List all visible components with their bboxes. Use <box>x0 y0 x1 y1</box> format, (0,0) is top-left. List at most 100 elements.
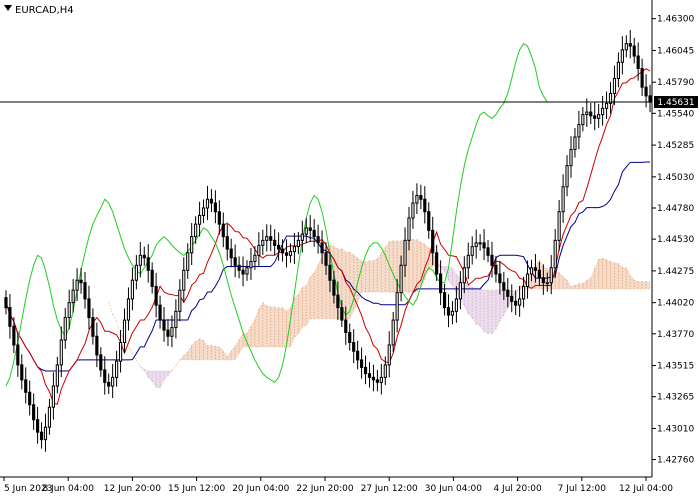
candle-body <box>462 267 466 284</box>
candle-body <box>442 292 447 309</box>
candle-body <box>577 124 581 138</box>
current-price-label: 1.45631 <box>654 96 698 109</box>
cloud-segment <box>606 259 612 290</box>
candle-body <box>221 223 225 238</box>
cloud-segment <box>610 261 615 290</box>
cloud-segment <box>258 301 264 348</box>
cloud-segment <box>313 264 319 320</box>
candle-body <box>170 327 174 337</box>
candle-body <box>498 273 502 284</box>
y-tick-label: 1.43265 <box>657 393 694 403</box>
candle-body <box>138 254 142 266</box>
x-tick-label: 7 Jul 12:00 <box>558 484 607 494</box>
candle-body <box>8 307 12 327</box>
cloud-segment <box>317 255 323 320</box>
y-tick-label: 1.45540 <box>657 109 694 119</box>
y-tick-label: 1.42760 <box>657 456 694 466</box>
cloud-segment <box>471 285 477 327</box>
candle-body <box>616 61 621 79</box>
candle-body <box>71 289 75 304</box>
price-chart[interactable]: 1.46300 1.46045 1.45790 1.45540 1.45285 1.450… <box>0 0 700 500</box>
candle-body <box>277 244 281 250</box>
candle-body <box>166 329 170 337</box>
candle-body <box>257 244 261 256</box>
candle-body <box>75 279 79 291</box>
candle-body <box>387 344 391 366</box>
y-tick-label: 1.44780 <box>657 204 694 214</box>
cloud-segment <box>206 345 212 361</box>
candle-body <box>91 317 95 337</box>
candle-body <box>130 279 135 300</box>
candle-body <box>142 254 146 259</box>
y-tick-label: 1.45285 <box>657 141 694 151</box>
candle-body <box>316 236 320 244</box>
cloud-segment <box>384 239 390 293</box>
cloud-segment <box>376 251 382 293</box>
cloud-segment <box>368 260 374 293</box>
candle-body <box>24 379 28 393</box>
candle-body <box>359 359 364 368</box>
candle-body <box>427 211 431 231</box>
candle-body <box>300 233 304 241</box>
candle-body <box>35 419 40 433</box>
candle-body <box>446 307 451 316</box>
candle-body <box>178 289 182 312</box>
cloud-segment <box>586 277 592 290</box>
cloud-segment <box>641 281 647 290</box>
candle-body <box>628 43 632 47</box>
candle-body <box>565 165 569 188</box>
cloud-segment <box>479 287 485 334</box>
y-tick-label: 1.45790 <box>657 78 694 88</box>
candle-body <box>525 273 530 287</box>
cloud-segment <box>266 305 272 348</box>
cloud-segment <box>617 262 623 290</box>
candle-body <box>435 252 439 275</box>
cloud-segment <box>282 306 288 348</box>
candle-body <box>154 285 158 306</box>
candle-body <box>391 319 395 346</box>
candle-body <box>604 102 609 109</box>
candle-body <box>12 325 16 346</box>
cloud-segment <box>598 257 604 290</box>
candle-body <box>253 254 257 263</box>
candle-body <box>399 264 403 294</box>
candle-body <box>115 360 119 378</box>
candle-body <box>490 254 494 266</box>
cloud-segment <box>309 271 315 320</box>
candle-body <box>190 236 194 254</box>
current-price-text: 1.45631 <box>657 98 694 108</box>
candle-body <box>47 406 52 428</box>
candle-body <box>28 391 32 406</box>
candle-body <box>632 45 636 57</box>
cloud-segment <box>633 279 639 290</box>
candle-body <box>415 195 419 204</box>
candle-body <box>308 227 312 231</box>
x-tick-label: 27 Jun 12:00 <box>361 484 418 494</box>
candle-body <box>593 115 597 119</box>
candle-body <box>541 277 545 284</box>
plot-background <box>0 0 700 500</box>
candle-body <box>205 198 210 209</box>
candle-body <box>20 364 24 381</box>
candle-body <box>344 319 348 334</box>
x-tick-label: 8 Jun 04:00 <box>42 484 94 494</box>
candle-body <box>269 236 273 241</box>
candle-body <box>371 376 376 381</box>
candle-body <box>209 198 214 204</box>
cloud-segment <box>365 260 370 293</box>
cloud-segment <box>621 266 627 290</box>
candle-body <box>549 267 553 284</box>
candle-body <box>336 294 340 309</box>
candle-body <box>411 202 415 219</box>
candle-body <box>4 297 8 309</box>
candle-body <box>494 264 498 275</box>
candle-body <box>174 310 178 329</box>
cloud-segment <box>301 285 307 328</box>
candle-body <box>470 246 474 256</box>
cloud-segment <box>483 289 489 334</box>
candle-body <box>273 239 277 246</box>
candle-body <box>439 273 443 294</box>
x-tick-label: 22 Jun 20:00 <box>296 484 353 494</box>
candle-body <box>162 319 166 331</box>
candle-body <box>233 257 237 266</box>
